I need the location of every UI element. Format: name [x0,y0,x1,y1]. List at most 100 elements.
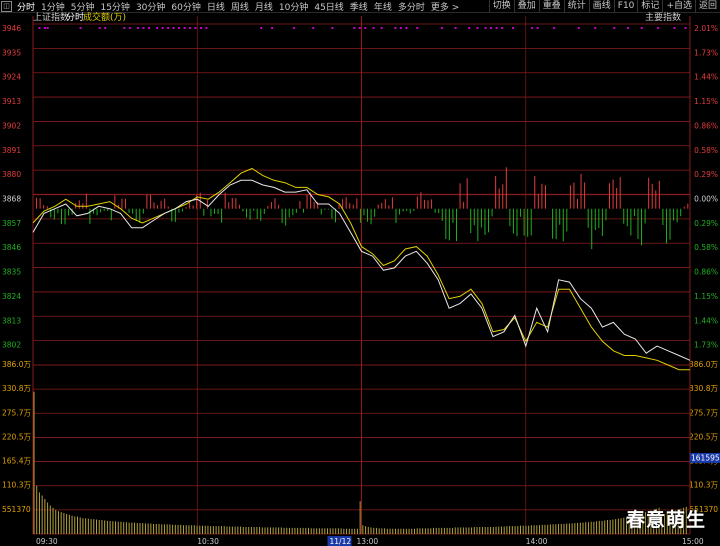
volume-tick-label: 220.5万 [2,432,31,441]
event-marker [161,27,164,29]
event-marker [495,27,498,29]
price-tick-label: 3913 [2,97,21,106]
event-marker [137,27,140,29]
price-tick-label: 3813 [2,316,21,325]
event-marker [476,27,479,29]
event-marker [172,27,175,29]
event-marker [490,27,493,29]
event-marker [104,27,107,29]
event-marker [79,27,82,29]
event-marker [440,27,443,29]
event-marker [594,27,597,29]
volume-tick-label: 330.8万 [2,384,31,393]
event-marker [364,27,367,29]
volume-tick-label-right: 330.8万 [689,384,718,393]
percent-tick-label: 1.73% [694,48,718,57]
event-marker [454,27,457,29]
event-marker [189,27,192,29]
event-marker [194,27,197,29]
event-marker [128,27,131,29]
price-tick-label: 3924 [2,73,21,82]
event-marker [501,27,504,29]
percent-tick-label: 1.44% [694,73,718,82]
percent-tick-label: 0.00% [694,195,718,204]
event-marker [331,27,334,29]
price-tick-label: 3946 [2,24,21,33]
volume-tick-label: 551370 [2,505,31,514]
event-marker [205,27,208,29]
volume-tick-label: 386.0万 [2,360,31,369]
event-marker [657,27,660,29]
event-marker [673,27,676,29]
event-marker [380,27,383,29]
event-marker [627,27,630,29]
price-tick-label: 3868 [2,195,21,204]
percent-tick-label: 1.44% [694,316,718,325]
price-tick-label: 3935 [2,48,21,57]
event-marker [394,27,397,29]
percent-tick-label: 1.73% [694,341,718,350]
event-marker [38,27,41,29]
percent-tick-label: 0.58% [694,146,718,155]
event-marker [98,27,101,29]
time-tick-label: 13:00 [357,537,379,546]
event-marker [142,27,145,29]
event-marker [416,27,419,29]
time-tick-label: 09:30 [36,537,58,546]
volume-tick-label-right: 386.0万 [689,360,718,369]
event-marker [183,27,186,29]
event-marker [178,27,181,29]
volume-tick-label-right: 220.5万 [689,432,718,441]
event-marker [613,27,616,29]
event-marker [312,27,315,29]
price-tick-label: 3857 [2,219,21,228]
volume-tick-label-right: 110.3万 [689,481,718,490]
event-marker [353,27,356,29]
event-marker [640,27,643,29]
event-marker [147,27,150,29]
price-tick-label: 3802 [2,341,21,350]
percent-tick-label: 0.86% [694,121,718,130]
event-marker [512,27,515,29]
price-tick-label: 3835 [2,268,21,277]
price-tick-label: 3891 [2,146,21,155]
time-tick-label: 14:00 [526,537,548,546]
event-marker [43,27,46,29]
price-tick-label: 3846 [2,243,21,252]
event-marker [684,27,687,29]
event-marker [199,27,202,29]
time-cursor-label: 11/12 [330,537,352,546]
intraday-chart[interactable]: 3946 2.01% 3935 1.73% 3924 1.44% 3913 1.15% 3902… [0,0,720,546]
event-marker [531,27,534,29]
volume-tick-label: 275.7万 [2,408,31,417]
percent-tick-label: 1.15% [694,292,718,301]
event-marker [271,27,274,29]
event-marker [46,27,49,29]
event-marker [167,27,170,29]
percent-tick-label: 0.29% [694,219,718,228]
event-marker [372,27,375,29]
event-marker [468,27,471,29]
event-marker [553,27,556,29]
price-tick-label: 3824 [2,292,21,301]
price-tick-label: 3880 [2,170,21,179]
percent-tick-label: 1.15% [694,97,718,106]
event-marker [484,27,487,29]
event-marker [358,27,361,29]
percent-tick-label: 0.58% [694,243,718,252]
watermark: 春意萌生 [625,509,706,531]
event-marker [260,27,263,29]
volume-tick-label-right: 275.7万 [689,408,718,417]
event-marker [123,27,126,29]
event-marker [536,27,539,29]
event-marker [405,27,408,29]
volume-tick-label: 110.3万 [2,481,31,490]
current-volume-value: 1615953 [691,454,720,463]
percent-tick-label: 0.29% [694,170,718,179]
event-marker [156,27,159,29]
time-tick-label: 15:00 [682,537,704,546]
volume-tick-label: 165.4万 [2,457,31,466]
percent-tick-label: 0.86% [694,268,718,277]
event-marker [577,27,580,29]
price-tick-label: 3902 [2,121,21,130]
